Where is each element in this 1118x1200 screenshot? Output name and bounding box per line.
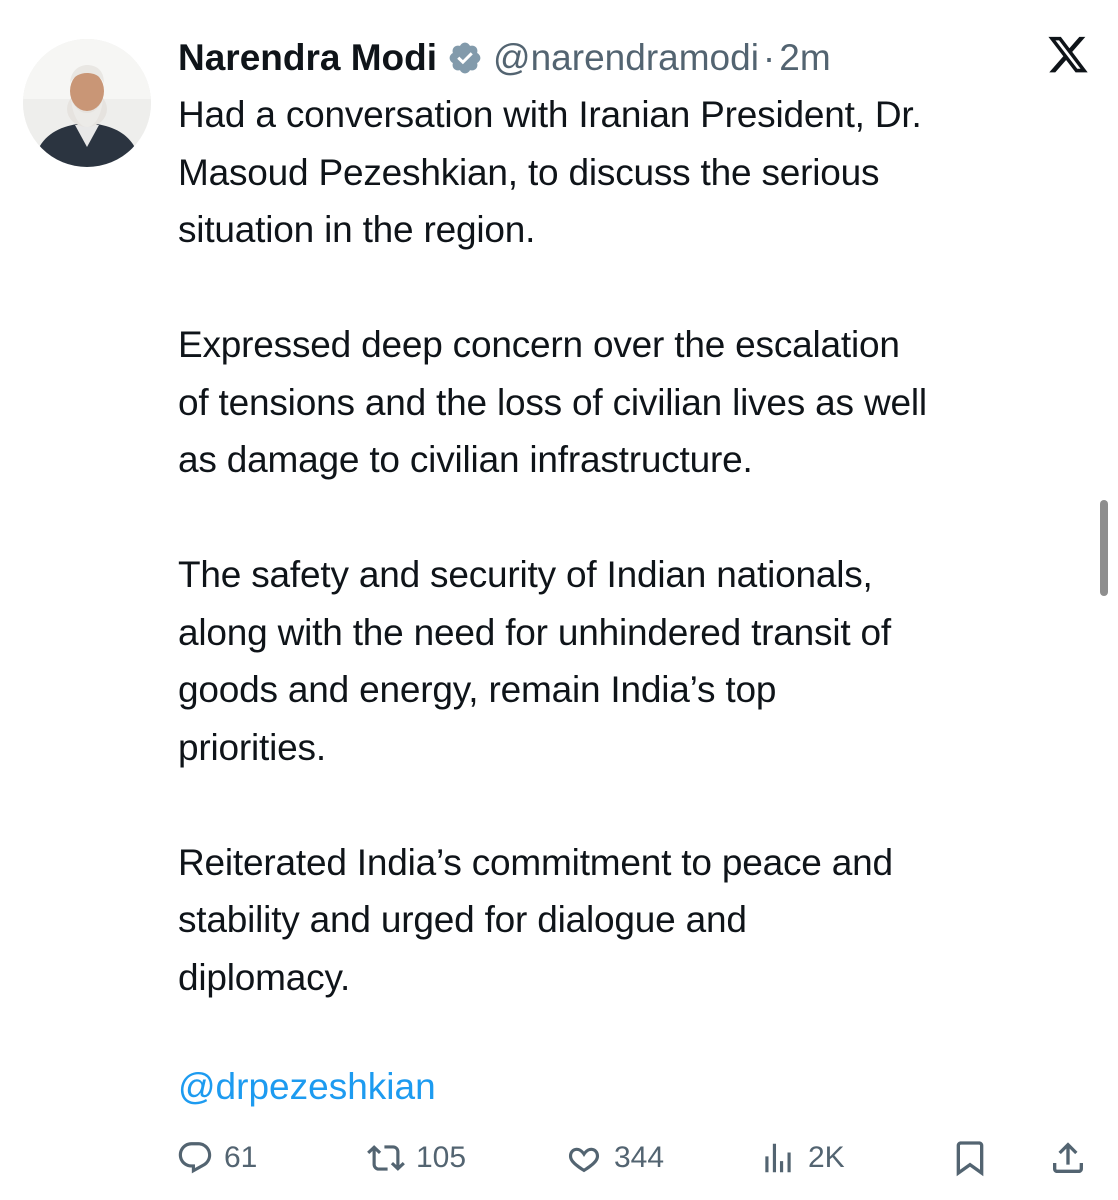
tweet-paragraph: Expressed deep concern over the escalati…: [178, 316, 1098, 489]
text-line: Had a conversation with Iranian Presiden…: [178, 94, 922, 135]
text-line: Masoud Pezeshkian, to discuss the seriou…: [178, 151, 880, 193]
author-handle[interactable]: @narendramodi: [493, 37, 759, 79]
reply-icon: [178, 1142, 212, 1174]
bookmark-icon: [956, 1141, 984, 1177]
tweet-paragraph: Reiterated India’s commitment to peace a…: [178, 834, 1098, 1007]
tweet-paragraph: Had a conversation with Iranian Presiden…: [178, 86, 1098, 259]
verified-badge-icon: [447, 40, 483, 76]
text-line: as damage to civilian infrastructure.: [178, 439, 753, 480]
x-logo-icon: [1046, 36, 1090, 76]
like-button[interactable]: 344: [564, 1134, 664, 1182]
text-line: situation in the region.: [178, 209, 536, 250]
text-line: Expressed deep concern over the escalati…: [178, 324, 900, 365]
views-count: 2K: [808, 1141, 845, 1174]
text-line: The safety and security of Indian nation…: [178, 554, 873, 595]
text-line: along with the need for unhindered trans…: [178, 611, 891, 653]
separator-dot: ·: [762, 37, 776, 78]
tweet-header: Narendra Modi @narendramodi · 2m: [178, 30, 831, 86]
action-bar: 61 105 344 2K: [176, 1134, 1096, 1182]
text-line: of tensions and the loss of civilian liv…: [178, 381, 927, 423]
views-icon: [765, 1143, 791, 1173]
reply-button[interactable]: 61: [176, 1134, 257, 1182]
scrollbar[interactable]: [1100, 500, 1108, 596]
like-count: 344: [614, 1141, 665, 1174]
tweet: Narendra Modi @narendramodi · 2m Had a c…: [0, 0, 1118, 1200]
text-line: Reiterated India’s commitment to peace a…: [178, 841, 893, 883]
text-line: stability and urged for dialogue and: [178, 899, 747, 940]
repost-button[interactable]: 105: [366, 1134, 466, 1182]
share-button[interactable]: [1048, 1134, 1088, 1182]
tweet-text: Had a conversation with Iranian Presiden…: [178, 86, 1098, 1064]
reply-count: 61: [224, 1141, 258, 1174]
timestamp[interactable]: 2m: [779, 37, 830, 79]
mention-link[interactable]: @drpezeshkian: [178, 1058, 436, 1115]
views-button[interactable]: 2K: [758, 1134, 845, 1182]
text-line: goods and energy, remain India’s top: [178, 669, 777, 710]
display-name[interactable]: Narendra Modi: [178, 37, 437, 79]
avatar[interactable]: [23, 39, 151, 167]
text-line: priorities.: [178, 726, 326, 768]
tweet-paragraph: The safety and security of Indian nation…: [178, 546, 1098, 776]
text-line: diplomacy.: [178, 956, 351, 998]
repost-count: 105: [416, 1141, 467, 1174]
share-icon: [1053, 1142, 1083, 1173]
repost-icon: [367, 1145, 405, 1171]
heart-icon: [568, 1147, 600, 1173]
bookmark-button[interactable]: [950, 1134, 990, 1182]
